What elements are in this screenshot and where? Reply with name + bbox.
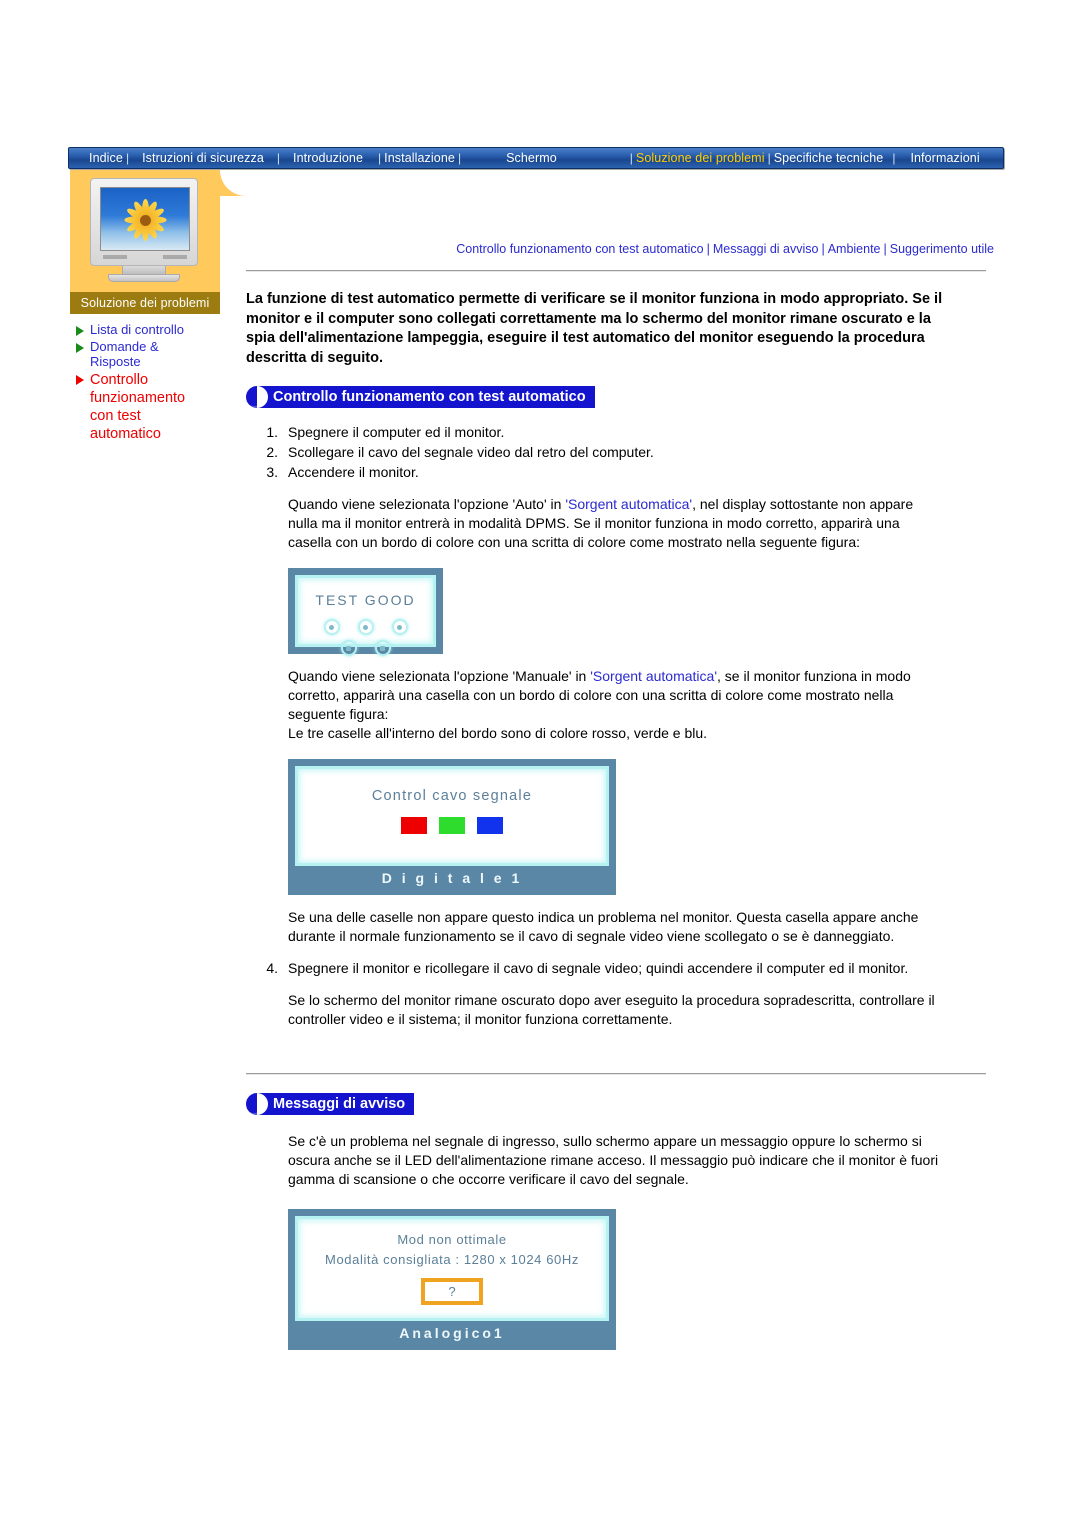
panel-corner-notch xyxy=(220,170,246,196)
nav-item-introduzione[interactable]: Introduzione xyxy=(291,148,365,168)
osd-footer-text: Analogico1 xyxy=(399,1325,505,1341)
circle-dot-icon xyxy=(357,619,374,635)
list-item: 4. Spegnere il monitor e ricollegare il … xyxy=(246,959,1006,978)
osd-footer-text: D i g i t a l e 1 xyxy=(381,870,523,886)
inpage-link-controllo-funzionamento[interactable]: Controllo funzionamento con test automat… xyxy=(456,242,703,256)
step-text: Spegnere il monitor e ricollegare il cav… xyxy=(288,960,909,976)
link-separator: | xyxy=(706,242,710,256)
step-number: 4. xyxy=(266,960,278,976)
section-heading-messaggi-di-avviso: Messaggi di avviso xyxy=(246,1093,415,1115)
osd-title-text: TEST GOOD xyxy=(315,592,416,608)
section-heading-controllo-funzionamento: Controllo funzionamento con test automat… xyxy=(246,386,595,408)
step-number: 2. xyxy=(266,444,278,460)
step-text: Spegnere il computer ed il monitor. xyxy=(288,424,505,440)
sidebar-nav-list: Lista di controllo Domande & Risposte Co… xyxy=(70,322,220,443)
sidebar-thumbnail-panel xyxy=(70,170,220,292)
procedure-step-list-continued: 4. Spegnere il monitor e ricollegare il … xyxy=(246,959,1006,978)
sidebar-item-lista-di-controllo[interactable]: Lista di controllo xyxy=(76,322,220,338)
nav-item-specifiche-tecniche[interactable]: Specifiche tecniche xyxy=(772,148,886,168)
sidebar-item-label: Domande & Risposte xyxy=(90,338,159,370)
monitor-illustration-icon xyxy=(86,178,202,282)
osd-color-swatches xyxy=(298,817,606,834)
paragraph-auto-source: Quando viene selezionata l'opzione 'Auto… xyxy=(246,495,946,552)
circle-dot-icon xyxy=(323,619,340,635)
figure-cable-check-osd: Control cavo segnale D i g i t a l e 1 xyxy=(288,759,616,895)
paragraph-dark-screen: Se lo schermo del monitor rimane oscurat… xyxy=(288,992,935,1027)
link-separator: | xyxy=(821,242,825,256)
circle-square-dot-icon xyxy=(374,640,391,656)
osd-question-box: ? xyxy=(421,1278,483,1305)
nav-item-soluzione-dei-problemi[interactable]: Soluzione dei problemi xyxy=(634,148,767,168)
procedure-step-list: 1. Spegnere il computer ed il monitor. 2… xyxy=(246,423,1006,482)
list-item: 2. Scollegare il cavo del segnale video … xyxy=(246,443,1006,462)
osd-message-line-2: Modalità consigliata : 1280 x 1024 60Hz xyxy=(325,1252,579,1267)
osd-message-line-1: Mod non ottimale xyxy=(397,1232,507,1247)
sidebar: Soluzione dei problemi Lista di controll… xyxy=(70,170,220,444)
osd-title-text: Control cavo segnale xyxy=(371,788,533,804)
step-text: Scollegare il cavo del segnale video dal… xyxy=(288,444,654,460)
figure-test-good-osd: TEST GOOD xyxy=(288,568,443,656)
main-navigation-bar: Indice | Istruzioni di sicurezza | Intro… xyxy=(68,147,1004,169)
main-content: Controllo funzionamento con test automat… xyxy=(246,170,1006,1350)
sidebar-section-caption: Soluzione dei problemi xyxy=(70,292,220,314)
bullet-circle-icon xyxy=(246,386,268,408)
list-item: 1. Spegnere il computer ed il monitor. xyxy=(246,423,1006,442)
warning-block: Se c'è un problema nel segnale di ingres… xyxy=(246,1132,1006,1350)
nav-item-installazione[interactable]: Installazione xyxy=(382,148,457,168)
sidebar-item-domande-e-risposte[interactable]: Domande & Risposte xyxy=(76,339,220,370)
step-number: 1. xyxy=(266,424,278,440)
osd-dot-row-top xyxy=(298,619,433,635)
nav-item-schermo[interactable]: Schermo xyxy=(504,148,559,168)
bullet-circle-icon xyxy=(246,1093,268,1115)
nav-separator: | xyxy=(276,151,281,165)
paragraph-text-part: Quando viene selezionata l'opzione 'Auto… xyxy=(288,496,566,512)
paragraph-text-part: Quando viene selezionata l'opzione 'Manu… xyxy=(288,668,591,684)
section-heading-label: Controllo funzionamento con test automat… xyxy=(259,386,595,408)
in-page-links: Controllo funzionamento con test automat… xyxy=(246,170,1006,256)
link-sorgent-automatica[interactable]: 'Sorgent automatica' xyxy=(565,496,692,512)
inpage-link-messaggi-di-avviso[interactable]: Messaggi di avviso xyxy=(713,242,819,256)
swatch-red xyxy=(401,817,427,834)
link-sorgent-automatica[interactable]: 'Sorgent automatica' xyxy=(590,668,717,684)
swatch-blue xyxy=(477,817,503,834)
nav-item-indice[interactable]: Indice xyxy=(87,148,125,168)
step-number: 3. xyxy=(266,464,278,480)
triangle-right-icon xyxy=(76,342,84,353)
nav-separator: | xyxy=(892,151,896,165)
nav-separator: | xyxy=(125,151,130,165)
section-heading-label: Messaggi di avviso xyxy=(259,1093,415,1115)
figure-warning-osd: Mod non ottimale Modalità consigliata : … xyxy=(288,1209,616,1350)
nav-separator: | xyxy=(457,151,462,165)
sidebar-item-label: Lista di controllo xyxy=(90,322,184,337)
osd-dot-row-bottom xyxy=(298,640,433,656)
list-item: 3. Accendere il monitor. xyxy=(246,463,1006,482)
circle-square-dot-icon xyxy=(340,640,357,656)
horizontal-divider xyxy=(246,270,986,272)
intro-paragraph: La funzione di test automatico permette … xyxy=(246,291,943,366)
paragraph-warning: Se c'è un problema nel segnale di ingres… xyxy=(288,1133,939,1187)
sidebar-item-label: Controllo funzionamento con test automat… xyxy=(90,371,186,442)
triangle-right-icon xyxy=(76,374,84,385)
paragraph-three-boxes: Le tre caselle all'interno del bordo son… xyxy=(288,725,708,741)
nav-item-istruzioni-di-sicurezza[interactable]: Istruzioni di sicurezza xyxy=(140,148,266,168)
step-text: Accendere il monitor. xyxy=(288,464,419,480)
sidebar-item-controllo-funzionamento-con-test-automatico[interactable]: Controllo funzionamento con test automat… xyxy=(76,371,220,443)
swatch-green xyxy=(439,817,465,834)
procedure-block: 1. Spegnere il computer ed il monitor. 2… xyxy=(246,423,1006,1029)
inpage-link-suggerimento-utile[interactable]: Suggerimento utile xyxy=(890,242,994,256)
circle-dot-icon xyxy=(391,619,408,635)
horizontal-divider-2 xyxy=(246,1073,986,1075)
paragraph-missing-box: Se una delle caselle non appare questo i… xyxy=(288,909,919,944)
triangle-right-icon xyxy=(76,326,84,336)
sunflower-icon xyxy=(123,198,167,242)
paragraph-manual-source: Quando viene selezionata l'opzione 'Manu… xyxy=(246,667,946,724)
nav-item-informazioni[interactable]: Informazioni xyxy=(908,148,981,168)
link-separator: | xyxy=(883,242,887,256)
inpage-link-ambiente[interactable]: Ambiente xyxy=(828,242,881,256)
